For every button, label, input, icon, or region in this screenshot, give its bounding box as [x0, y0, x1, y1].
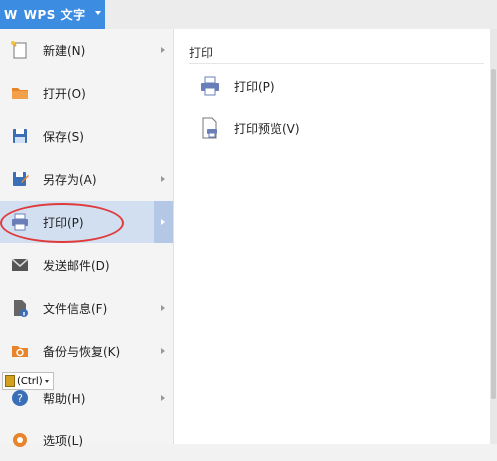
save-icon	[13, 129, 27, 143]
print-submenu-panel: 打印 打印(P) 打印预览(V)	[174, 29, 490, 444]
menu-item-label: 保存(S)	[43, 129, 84, 144]
chevron-down-icon	[95, 11, 101, 15]
chevron-right-icon	[161, 395, 165, 401]
menu-item-label: 备份与恢复(K)	[43, 344, 121, 359]
menu-item-new[interactable]: 新建(N)	[0, 29, 173, 71]
menu-item-label: 选项(L)	[43, 433, 84, 448]
menu-item-options[interactable]: 选项(L)	[0, 419, 173, 461]
menu-item-save[interactable]: 保存(S)	[0, 115, 173, 157]
submenu-item-label: 打印(P)	[234, 79, 275, 94]
submenu-item-label: 打印预览(V)	[234, 121, 300, 136]
gear-icon	[13, 433, 27, 447]
clipboard-icon	[5, 375, 15, 387]
chevron-right-icon	[161, 47, 165, 53]
wps-logo-icon: W	[4, 7, 18, 22]
chevron-right-icon	[154, 201, 173, 243]
printer-icon	[201, 76, 219, 96]
print-preview-icon	[202, 117, 217, 139]
svg-text:?: ?	[17, 392, 23, 405]
app-menu-label: WPS 文字	[23, 8, 86, 22]
menu-item-label: 新建(N)	[43, 43, 86, 58]
chevron-right-icon	[161, 176, 165, 182]
backup-icon	[12, 346, 28, 357]
scrollbar-thumb[interactable]	[491, 69, 496, 399]
panel-title: 打印	[189, 46, 214, 60]
file-info-icon	[14, 300, 28, 317]
submenu-item-print-preview[interactable]: 打印预览(V)	[194, 113, 474, 143]
menu-item-label: 打开(O)	[43, 86, 86, 101]
paste-options-tag[interactable]: (Ctrl)	[2, 372, 54, 390]
submenu-item-print[interactable]: 打印(P)	[194, 71, 474, 101]
menu-item-label: 帮助(H)	[43, 391, 86, 406]
wps-app-menu-button[interactable]: W WPS 文字	[0, 0, 105, 29]
menu-item-save-as[interactable]: 另存为(A)	[0, 158, 173, 200]
menu-item-file-info[interactable]: 文件信息(F)	[0, 287, 173, 329]
menu-item-send-mail[interactable]: 发送邮件(D)	[0, 244, 173, 286]
menu-item-backup[interactable]: 备份与恢复(K)	[0, 330, 173, 372]
title-bar: W WPS 文字	[0, 0, 497, 30]
menu-item-label: 文件信息(F)	[43, 301, 108, 316]
help-icon: ?	[12, 390, 28, 406]
new-doc-icon	[11, 41, 27, 59]
chevron-down-icon	[44, 379, 49, 383]
menu-item-label: 发送邮件(D)	[43, 258, 110, 273]
chevron-right-icon	[161, 348, 165, 354]
scrollbar[interactable]	[490, 29, 497, 444]
menu-item-label: 另存为(A)	[43, 172, 97, 187]
chevron-right-icon	[161, 305, 165, 311]
save-as-icon	[13, 172, 29, 186]
menu-item-open[interactable]: 打开(O)	[0, 72, 173, 114]
mail-icon	[11, 258, 29, 271]
folder-open-icon	[12, 88, 28, 99]
paste-options-label: (Ctrl)	[17, 375, 43, 387]
divider	[189, 63, 484, 64]
highlight-circle	[0, 203, 124, 243]
